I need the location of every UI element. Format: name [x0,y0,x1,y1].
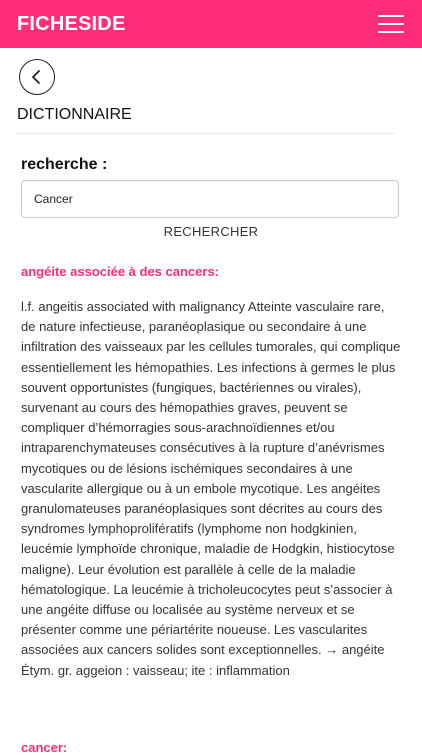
result-definition: l.f. angeitis associated with malignancy… [21,299,401,678]
app-title: FICHESIDE [17,12,126,35]
back-button[interactable] [19,59,55,95]
divider [17,133,395,134]
search-label: recherche : [21,156,108,173]
search-button[interactable]: RECHERCHER [0,224,422,239]
result-term: angéite associée à des cancers: [21,264,220,279]
search-input[interactable] [21,180,399,218]
top-app-bar: FICHESIDE [0,0,422,48]
hamburger-menu-icon[interactable] [378,13,404,35]
result-term: cancer: [21,740,68,755]
page-title: DICTIONNAIRE [17,106,132,123]
chevron-left-icon [32,70,40,84]
